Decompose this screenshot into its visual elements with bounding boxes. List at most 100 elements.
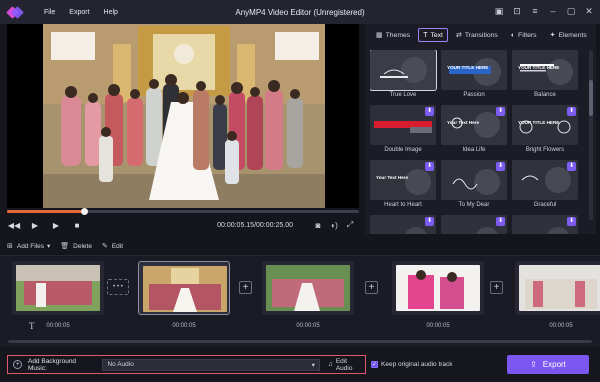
keep-audio-checkbox[interactable]: ✓ Keep original audio track <box>371 361 453 368</box>
seek-progress <box>7 210 85 213</box>
text-template-item[interactable]: Your Text Here ⬇ Idea Life <box>441 105 507 157</box>
text-template-item[interactable]: ⬇ To My Dear <box>441 160 507 212</box>
tab-transitions[interactable]: ⇄ Transitions <box>451 28 503 42</box>
download-icon[interactable]: ⬇ <box>567 162 576 171</box>
text-template-thumbnail[interactable]: Your Text Here ⬇ <box>441 105 507 145</box>
text-template-label: Passion <box>463 92 485 98</box>
clip-frame[interactable] <box>138 261 230 315</box>
text-template-thumbnail[interactable]: ⬇ <box>512 215 578 234</box>
close-icon[interactable]: ✕ <box>584 6 594 16</box>
clip-frame[interactable] <box>262 261 354 315</box>
trash-icon: 🗑 <box>60 243 70 250</box>
panel-scrollbar[interactable] <box>589 50 593 220</box>
text-template-label: Double Image <box>384 147 422 153</box>
snapshot-icon[interactable]: ◙ <box>313 220 323 230</box>
clip-frame[interactable] <box>392 261 484 315</box>
menu-help[interactable]: Help <box>104 9 118 16</box>
fullscreen-icon[interactable]: ⤢ <box>345 220 355 230</box>
text-template-item[interactable]: ⬇ Double Image <box>370 105 436 157</box>
tab-themes[interactable]: ▦ Themes <box>371 28 415 42</box>
seek-handle[interactable] <box>81 208 89 215</box>
menu-file[interactable]: File <box>44 9 55 16</box>
export-button[interactable]: ⇪ Export <box>507 355 589 374</box>
next-frame-icon[interactable]: ▶ <box>49 218 63 232</box>
text-template-thumbnail[interactable]: YOUR TITLE HERE <box>512 50 578 90</box>
text-template-thumbnail[interactable]: ⬇ <box>441 160 507 200</box>
text-template-label: True Love <box>389 92 417 98</box>
text-template-thumbnail[interactable]: YOUR TITLE HERE <box>441 50 507 90</box>
text-template-thumbnail[interactable]: YOUR TITLE HERE ⬇ <box>512 105 578 145</box>
timeline-scrollbar[interactable] <box>8 340 592 343</box>
seek-bar[interactable] <box>7 208 359 215</box>
tab-text[interactable]: T Text <box>418 28 448 42</box>
add-transition-button[interactable]: + <box>490 281 503 294</box>
delete-button[interactable]: 🗑 Delete <box>60 242 92 251</box>
text-template-thumbnail[interactable]: ⬇ <box>370 105 436 145</box>
download-icon[interactable]: ⬇ <box>567 107 576 116</box>
clip-duration: 00:00:05 <box>426 323 450 329</box>
download-icon[interactable]: ⬇ <box>567 217 576 226</box>
maximize-icon[interactable]: ▢ <box>566 6 576 16</box>
add-files-button[interactable]: ⊞ Add Files ▾ <box>7 242 50 251</box>
menu-icon[interactable]: ≡ <box>530 6 540 16</box>
timeline-clip[interactable]: 00:00:05 <box>138 261 230 329</box>
text-overlay-icon[interactable]: T <box>29 321 35 331</box>
menu-export[interactable]: Export <box>69 9 89 16</box>
download-icon[interactable]: ⬇ <box>425 107 434 116</box>
edit-icon: ✎ <box>101 243 108 250</box>
timeline-clip[interactable]: 00:00:05 <box>515 261 600 329</box>
rewind-icon[interactable]: ◀◀ <box>7 218 21 232</box>
clip-thumbnail <box>143 266 227 312</box>
tab-elements[interactable]: ✦ Elements <box>545 28 592 42</box>
timeline-clip[interactable]: 00:00:05 T <box>12 261 104 331</box>
edit-button[interactable]: ✎ Edit <box>101 242 123 251</box>
app-logo-icon <box>6 6 24 19</box>
text-template-item[interactable]: ⬇ Graceful <box>512 160 578 212</box>
download-icon[interactable]: ⬇ <box>496 107 505 116</box>
text-template-item[interactable]: ⬇ <box>512 215 578 234</box>
chevron-down-icon: ▾ <box>311 361 315 369</box>
themes-icon: ▦ <box>376 32 383 39</box>
play-icon[interactable]: ▶ <box>28 218 42 232</box>
download-icon[interactable]: ⬇ <box>425 162 434 171</box>
text-template-item[interactable]: YOUR TITLE HERE Balance <box>512 50 578 102</box>
text-template-grid: True Love YOUR TITLE HERE Passion YOUR TITL… <box>370 50 584 234</box>
add-transition-button[interactable]: • • • <box>107 279 129 295</box>
text-template-thumbnail[interactable]: ⬇ <box>512 160 578 200</box>
text-template-thumbnail[interactable]: ⬇ <box>441 215 507 234</box>
download-icon[interactable]: ⬇ <box>425 217 434 226</box>
text-template-thumbnail[interactable]: ⬇ <box>370 215 436 234</box>
clip-frame[interactable] <box>12 261 104 315</box>
tab-filters[interactable]: ◐ Filters <box>506 28 542 42</box>
video-preview[interactable] <box>7 24 359 208</box>
text-template-item[interactable]: YOUR TITLE HERE ⬇ Bright Flowers <box>512 105 578 157</box>
volume-icon[interactable]: ◖) <box>329 220 339 230</box>
timeline-clip[interactable]: 00:00:05 <box>392 261 484 329</box>
audio-select-value: No Audio <box>107 361 134 368</box>
panel-scroll-thumb[interactable] <box>589 80 593 116</box>
add-transition-button[interactable]: + <box>365 281 378 294</box>
clip-frame[interactable] <box>515 261 600 315</box>
save-icon[interactable]: ▣ <box>494 6 504 16</box>
edit-audio-button[interactable]: ♫ Edit Audio <box>328 358 365 372</box>
add-transition-button[interactable]: + <box>239 281 252 294</box>
clip-duration: 00:00:05 <box>549 323 573 329</box>
download-icon[interactable]: ⬇ <box>496 162 505 171</box>
download-icon[interactable]: ⬇ <box>496 217 505 226</box>
text-template-thumbnail[interactable]: Your Text Here ⬇ <box>370 160 436 200</box>
timeline-clip[interactable]: 00:00:05 <box>262 261 354 329</box>
text-template-item[interactable]: ⬇ <box>441 215 507 234</box>
stop-icon[interactable]: ■ <box>70 218 84 232</box>
text-template-item[interactable]: YOUR TITLE HERE Passion <box>441 50 507 102</box>
bottom-bar: + Add Background Music: No Audio ▾ ♫ Edi… <box>0 347 600 382</box>
add-music-icon[interactable]: + <box>13 360 22 369</box>
text-template-item[interactable]: ⬇ <box>370 215 436 234</box>
window-controls: ▣ ⊡ ≡ – ▢ ✕ <box>494 6 594 16</box>
text-template-item[interactable]: Your Text Here ⬇ Heart to Heart <box>370 160 436 212</box>
text-template-thumbnail[interactable] <box>370 50 437 91</box>
text-template-item[interactable]: True Love <box>370 50 437 102</box>
audio-select[interactable]: No Audio ▾ <box>102 358 320 371</box>
minimize-icon[interactable]: – <box>548 6 558 16</box>
text-template-label: Idea Life <box>462 147 486 153</box>
cart-icon[interactable]: ⊡ <box>512 6 522 16</box>
